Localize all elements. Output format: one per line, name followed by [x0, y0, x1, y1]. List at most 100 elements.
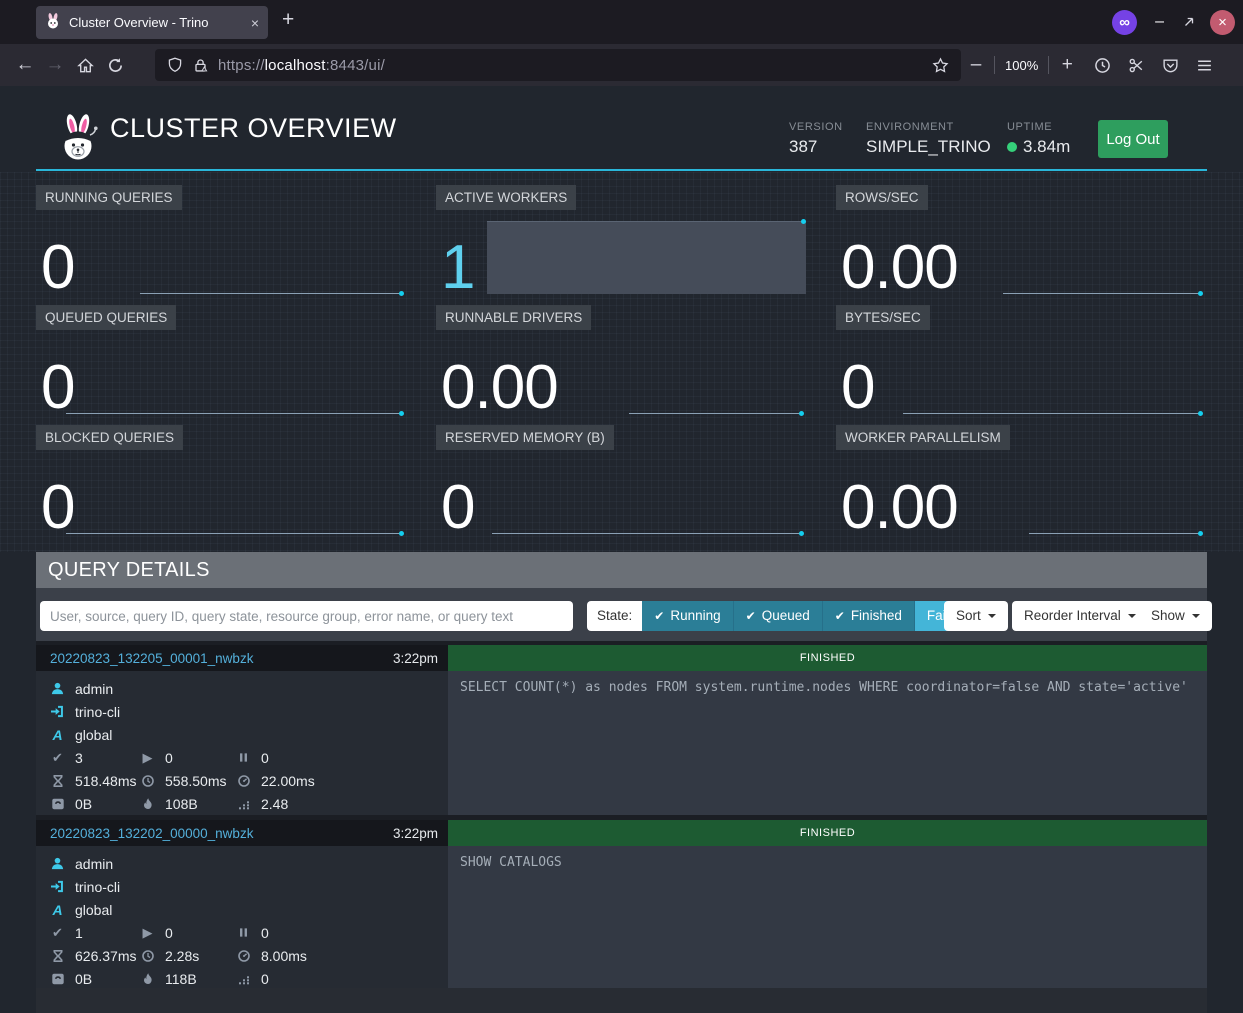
- minimize-button[interactable]: –: [1151, 13, 1168, 31]
- tracking-protection-shield-icon[interactable]: [167, 57, 183, 73]
- stat-label: RESERVED MEMORY (B): [436, 425, 614, 450]
- sparkline: [903, 413, 1202, 414]
- query-source: trino-cli: [75, 704, 120, 720]
- query-summary-panel: admin trino-cli A global ✔1 ▶0 0 626.37m…: [36, 846, 448, 988]
- state-running-toggle[interactable]: ✔ Running: [642, 601, 732, 631]
- queued-splits-pause-icon: [236, 927, 251, 938]
- peak-memory: 118B: [165, 971, 197, 987]
- stat-value: 0: [41, 239, 74, 298]
- sparkline: [1003, 293, 1202, 294]
- user-icon: [50, 682, 65, 695]
- elapsed-time-clock-icon: [140, 950, 155, 962]
- check-icon: ✔: [746, 601, 756, 631]
- cumulative-memory: 2.48: [261, 796, 288, 812]
- cumulative-memory-bars-icon: [236, 798, 251, 810]
- queued-splits-pause-icon: [236, 752, 251, 763]
- running-splits: 0: [165, 925, 173, 941]
- cpu-time-gauge-icon: [236, 950, 251, 962]
- restore-window-button[interactable]: [1182, 15, 1196, 29]
- completed-splits: 3: [75, 750, 83, 766]
- user-icon: [50, 857, 65, 870]
- history-clock-icon[interactable]: [1094, 57, 1111, 74]
- cluster-stats: RUNNING QUERIES 0 ACTIVE WORKERS 1 ROWS/…: [0, 172, 1243, 552]
- stat-value: 0: [41, 359, 74, 418]
- environment-meta: ENVIRONMENT SIMPLE_TRINO: [866, 121, 991, 157]
- running-splits: 0: [165, 750, 173, 766]
- menu-hamburger-icon[interactable]: [1196, 57, 1213, 74]
- bookmark-star-icon[interactable]: [932, 57, 949, 74]
- query-time: 3:22pm: [393, 826, 438, 841]
- show-dropdown[interactable]: Show: [1139, 601, 1212, 631]
- query-source: trino-cli: [75, 879, 120, 895]
- sparkline: [66, 533, 403, 534]
- state-finished-toggle[interactable]: ✔ Finished: [822, 601, 914, 631]
- back-button[interactable]: ←: [10, 54, 40, 76]
- query-id-link[interactable]: 20220823_132205_00001_nwbzk: [50, 651, 393, 666]
- sparkline: [629, 413, 803, 414]
- query-summary-panel: admin trino-cli A global ✔3 ▶0 0 518.48m…: [36, 671, 448, 815]
- stat-label: WORKER PARALLELISM: [836, 425, 1010, 450]
- stat-card-reserved-memory: RESERVED MEMORY (B) 0: [436, 425, 808, 538]
- stat-value: 0: [441, 479, 474, 538]
- zoom-out-button[interactable]: –: [968, 54, 984, 76]
- stat-card-running-queries: RUNNING QUERIES 0: [36, 185, 408, 298]
- zoom-level[interactable]: 100%: [1005, 58, 1038, 73]
- query-id-link[interactable]: 20220823_132202_00000_nwbzk: [50, 826, 393, 841]
- queued-splits: 0: [261, 925, 269, 941]
- separator: [994, 56, 995, 74]
- completed-splits: 1: [75, 925, 83, 941]
- browser-toolbar: ← → https://localhost:8443/ui/ – 100% +: [0, 44, 1243, 86]
- wall-time-hourglass-icon: [50, 775, 65, 787]
- check-icon: ✔: [835, 601, 845, 631]
- pocket-icon[interactable]: [1162, 57, 1179, 74]
- current-memory: 0B: [75, 796, 92, 812]
- query-filter-input[interactable]: [40, 601, 573, 631]
- sort-dropdown[interactable]: Sort: [944, 601, 1008, 631]
- reload-button[interactable]: [100, 57, 130, 74]
- browser-window: Cluster Overview - Trino × + ∞ – × ← →: [0, 0, 1243, 1013]
- running-splits-play-icon: ▶: [140, 925, 155, 941]
- reorder-interval-dropdown[interactable]: Reorder Interval: [1012, 601, 1148, 631]
- new-tab-button[interactable]: +: [282, 8, 294, 32]
- uptime-status-dot: [1007, 142, 1017, 152]
- source-login-icon: [50, 705, 65, 718]
- sparkline: [492, 533, 803, 534]
- state-queued-toggle[interactable]: ✔ Queued: [733, 601, 822, 631]
- browser-tab[interactable]: Cluster Overview - Trino ×: [36, 6, 268, 39]
- url-bar[interactable]: https://localhost:8443/ui/: [155, 49, 961, 81]
- screenshot-scissors-icon[interactable]: [1128, 57, 1145, 74]
- query-user: admin: [75, 681, 113, 697]
- separator: [1048, 56, 1049, 74]
- close-window-button[interactable]: ×: [1210, 10, 1235, 35]
- stat-label: RUNNING QUERIES: [36, 185, 182, 210]
- stat-label: QUEUED QUERIES: [36, 305, 176, 330]
- query-id-bar: 20220823_132202_00000_nwbzk 3:22pm: [36, 820, 448, 846]
- resource-group-icon: A: [50, 902, 65, 918]
- stat-value: 0.00: [841, 479, 958, 538]
- elapsed-time: 2.28s: [165, 948, 199, 964]
- stat-card-blocked-queries: BLOCKED QUERIES 0: [36, 425, 408, 538]
- query-list-footer: [36, 988, 1207, 1013]
- forward-button[interactable]: →: [40, 54, 70, 76]
- stat-label: RUNNABLE DRIVERS: [436, 305, 591, 330]
- stat-value: 0: [41, 479, 74, 538]
- stat-value: 0.00: [441, 359, 558, 418]
- cpu-time-gauge-icon: [236, 775, 251, 787]
- logout-button[interactable]: Log Out: [1098, 120, 1168, 158]
- check-icon: ✔: [654, 601, 664, 631]
- header-accent-divider: [36, 169, 1207, 171]
- peak-memory-fire-icon: [140, 798, 155, 810]
- connection-lock-icon[interactable]: [193, 58, 208, 73]
- peak-memory: 108B: [165, 796, 198, 812]
- home-button[interactable]: [70, 57, 100, 74]
- tab-close-icon[interactable]: ×: [251, 15, 259, 31]
- zoom-in-button[interactable]: +: [1059, 54, 1075, 76]
- chevron-down-icon: [988, 614, 996, 618]
- cpu-time: 22.00ms: [261, 773, 315, 789]
- stat-label: ACTIVE WORKERS: [436, 185, 576, 210]
- uptime-meta: UPTIME 3.84m: [1007, 121, 1070, 157]
- stat-label: BLOCKED QUERIES: [36, 425, 183, 450]
- cumulative-memory-bars-icon: [236, 973, 251, 985]
- query-id-bar: 20220823_132205_00001_nwbzk 3:22pm: [36, 645, 448, 671]
- stat-label: BYTES/SEC: [836, 305, 930, 330]
